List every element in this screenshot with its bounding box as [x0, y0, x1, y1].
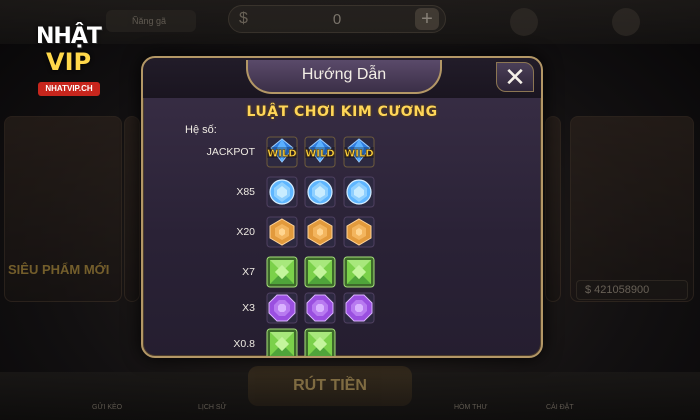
dialog-title: Hướng Dẫn: [301, 66, 387, 83]
svg-text:WILD: WILD: [305, 149, 334, 160]
blue-diamond-icon: [343, 176, 375, 208]
logo-url: NHATVIP.CH: [38, 82, 100, 96]
multiplier-label: X3: [242, 302, 255, 314]
rules-heading: LUẬT CHƠI KIM CƯƠNG: [246, 104, 438, 120]
green-gem-icon: [266, 256, 298, 288]
nav-label-4[interactable]: CẢI ĐẶT: [546, 404, 574, 411]
jackpot-counter: $ 421058900: [576, 280, 688, 300]
wild-icon: WILD: [343, 136, 375, 168]
multiplier-label: X85: [236, 186, 255, 198]
blue-diamond-icon: [266, 176, 298, 208]
promo-text: SIÊU PHẨM MỚI: [8, 262, 110, 277]
logo-line2: VIP: [46, 48, 92, 76]
wild-icon: WILD: [266, 136, 298, 168]
close-button[interactable]: ✕: [496, 62, 534, 92]
orange-gem-icon: [266, 216, 298, 248]
nav-label-1[interactable]: GỬI KÈO: [92, 404, 122, 411]
wild-icon: WILD: [304, 136, 336, 168]
withdraw-button[interactable]: RÚT TIỀN: [248, 366, 412, 406]
multiplier-label: X7: [242, 266, 255, 278]
guide-dialog: Hướng Dẫn ✕ LUẬT CHƠI KIM CƯƠNG Hệ số: J…: [141, 56, 543, 358]
game-card-left-2[interactable]: [124, 116, 140, 302]
game-card-right-2[interactable]: [545, 116, 561, 302]
settings-icon[interactable]: [612, 8, 640, 36]
multiplier-label: X20: [236, 226, 255, 238]
guide-content: Hướng Dẫn ✕ LUẬT CHƠI KIM CƯƠNG Hệ số: J…: [143, 58, 541, 356]
orange-gem-icon: [343, 216, 375, 248]
svg-text:WILD: WILD: [267, 149, 296, 160]
green-gem-icon: [343, 256, 375, 288]
nav-label-3[interactable]: HÒM THƯ: [454, 404, 487, 411]
balance-box: $ 0 +: [228, 5, 446, 33]
svg-text:WILD: WILD: [344, 149, 373, 160]
purple-gem-icon: [266, 292, 298, 324]
user-name-box: Ñăng gã: [106, 10, 196, 32]
green-gem-icon: [304, 256, 336, 288]
nhatvip-logo: NHẬT VIP NHATVIP.CH: [34, 22, 106, 98]
logo-line1: NHẬT: [36, 24, 102, 49]
event-icon[interactable]: [510, 8, 538, 36]
game-card-right[interactable]: [570, 116, 694, 302]
purple-gem-icon: [343, 292, 375, 324]
balance-value: 0: [332, 11, 342, 28]
add-funds-button[interactable]: +: [415, 8, 439, 30]
nav-label-2[interactable]: LỊCH SỬ: [198, 404, 227, 411]
purple-gem-icon: [304, 292, 336, 324]
multiplier-label: JACKPOT: [206, 146, 255, 158]
green-gem-icon: [266, 328, 298, 356]
blue-diamond-icon: [304, 176, 336, 208]
coefficient-label: Hệ số:: [185, 124, 217, 136]
multiplier-label: X0.8: [233, 338, 255, 350]
orange-gem-icon: [304, 216, 336, 248]
title-plate: Hướng Dẫn: [246, 60, 442, 94]
green-gem-icon: [304, 328, 336, 356]
